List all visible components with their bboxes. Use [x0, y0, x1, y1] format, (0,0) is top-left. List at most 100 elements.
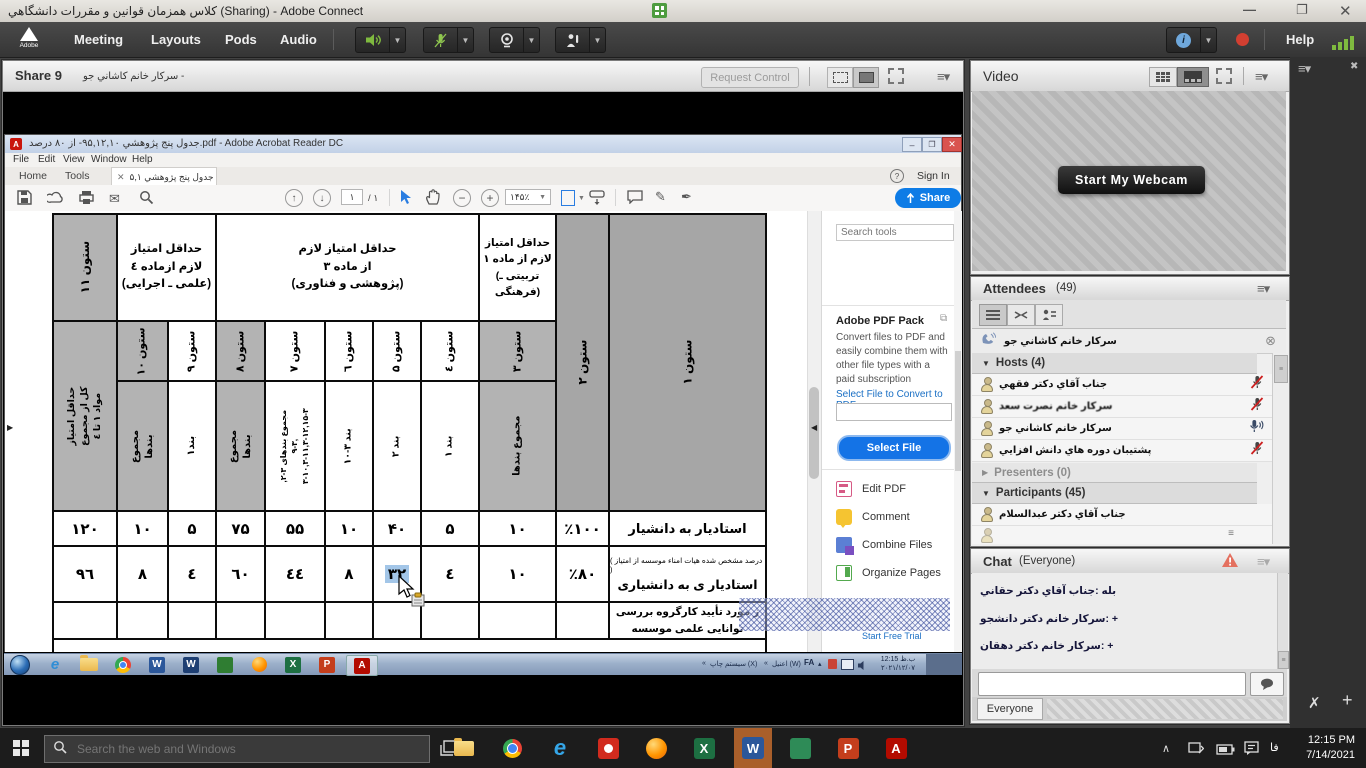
shared-tray-app2[interactable]: (W) اعنيل — [772, 660, 801, 668]
start-button[interactable] — [13, 740, 29, 756]
presenters-section-header[interactable]: ▶ Presenters (0) — [972, 463, 1257, 483]
menu-audio[interactable]: Audio — [280, 32, 317, 47]
dismiss-speaker-icon[interactable]: ⊗ — [1265, 333, 1276, 349]
connection-info-button[interactable]: i ▼ — [1166, 27, 1217, 53]
attendee-row-participant1[interactable]: جناب آقاي دكتر عبدالسلام — [972, 504, 1272, 526]
tools-scrollbar-thumb[interactable] — [955, 351, 961, 471]
reader-restore-button[interactable]: ❐ — [922, 137, 942, 152]
tray-expand-icon[interactable]: ▴ — [818, 660, 822, 668]
page-fit-icon[interactable]: ▼ — [561, 190, 585, 206]
tray-notification-icon[interactable] — [1244, 741, 1259, 760]
reader-share-button[interactable]: Share — [895, 188, 961, 208]
taskbar-powerpoint-icon[interactable]: P — [836, 736, 860, 760]
attendee-row-host4[interactable]: پشتيبان دوره هاي دانش افزايي — [972, 440, 1272, 462]
taskbar-firefox-icon[interactable] — [644, 736, 668, 760]
attendees-pod-menu-icon[interactable]: ≡▾ — [1257, 281, 1269, 297]
tray-chevron-icon[interactable]: ∧ — [1162, 742, 1170, 755]
webcam-button[interactable]: ▼ — [489, 27, 540, 53]
chat-tab-everyone[interactable]: Everyone — [977, 698, 1043, 720]
pencil-tool-icon[interactable]: ✎ — [655, 189, 666, 205]
menu-meeting[interactable]: Meeting — [74, 32, 123, 47]
comment-tool-icon[interactable] — [627, 190, 643, 207]
taskbar-excel-icon[interactable]: X — [692, 736, 716, 760]
chat-scrollbar[interactable]: ≡ — [1277, 573, 1288, 669]
shared-tray-app1[interactable]: (X) سيستم چاپ — [710, 660, 757, 668]
hide-right-panel-icon[interactable]: ◀ — [811, 423, 817, 432]
chat-scrollbar-thumb[interactable]: ≡ — [1278, 651, 1289, 669]
organize-pages-item[interactable]: Organize Pages — [836, 563, 961, 583]
zoom-level-select[interactable]: ۱۴۵٪▼ — [505, 189, 551, 205]
upload-cloud-icon[interactable] — [47, 190, 64, 207]
show-left-panel-icon[interactable]: ▶ — [7, 423, 13, 432]
hand-tool-icon[interactable] — [425, 189, 440, 208]
attendee-status-view-icon[interactable] — [1035, 304, 1063, 326]
previous-page-icon[interactable]: ↑ — [285, 189, 303, 207]
menu-pods[interactable]: Pods — [225, 32, 257, 47]
raise-hand-dropdown[interactable]: ▼ — [589, 28, 605, 52]
microphone-button[interactable]: ▼ — [423, 27, 474, 53]
attendees-scrollbar-thumb[interactable]: ≡ — [1274, 355, 1288, 383]
attendee-list-view-icon[interactable] — [979, 304, 1007, 326]
shared-show-desktop[interactable] — [926, 654, 962, 675]
reader-menu-help[interactable]: Help — [132, 154, 153, 165]
fill-sign-icon[interactable]: ✒ — [681, 189, 692, 205]
speaker-dropdown[interactable]: ▼ — [389, 28, 405, 52]
start-webcam-button[interactable]: Start My Webcam — [1058, 166, 1205, 194]
taskbar-search[interactable] — [44, 735, 430, 763]
attendee-row-host2[interactable]: سركار خانم نصرت سعد — [972, 396, 1272, 418]
select-tool-icon[interactable] — [399, 189, 412, 208]
shared-word2-icon[interactable]: W — [176, 655, 206, 674]
attendee-breakout-view-icon[interactable] — [1007, 304, 1035, 326]
menu-layouts[interactable]: Layouts — [151, 32, 201, 47]
tools-panel-scrollbar[interactable] — [954, 211, 962, 652]
print-icon[interactable] — [79, 190, 94, 208]
attendee-row-host1[interactable]: جناب آقاي دكتر فقهي — [972, 374, 1272, 396]
taskbar-edge-icon[interactable]: e — [548, 736, 572, 760]
taskbar-connect-icon[interactable] — [788, 736, 812, 760]
video-grid-view-icon[interactable] — [1149, 67, 1177, 87]
reader-menu-edit[interactable]: Edit — [38, 154, 55, 165]
pod-view-dashed-icon[interactable] — [827, 67, 853, 88]
rail-menu-icon[interactable]: ≡▾ — [1298, 61, 1310, 77]
shared-language-indicator[interactable]: FA — [804, 658, 814, 667]
next-page-icon[interactable]: ↓ — [313, 189, 331, 207]
close-button[interactable]: ✕ — [1339, 2, 1352, 20]
send-chat-icon[interactable] — [1250, 672, 1284, 696]
attendee-row-host3[interactable]: سركار خانم كاشاني جو — [972, 418, 1272, 440]
request-control-button[interactable]: Request Control — [701, 67, 799, 88]
comment-item[interactable]: Comment — [836, 507, 961, 527]
share-pod-menu-icon[interactable]: ≡▾ — [937, 69, 949, 85]
shared-clock[interactable]: 12:15 ب.ظ ۲۰۲۱/۱۲/۰۷ — [872, 656, 924, 674]
zoom-in-icon[interactable]: + — [481, 189, 499, 207]
search-icon[interactable] — [139, 190, 154, 208]
save-icon[interactable] — [17, 190, 32, 208]
video-filmstrip-view-icon[interactable] — [1177, 67, 1209, 87]
convert-file-input[interactable] — [836, 403, 952, 421]
zoom-out-icon[interactable]: − — [453, 189, 471, 207]
taskbar-word-icon-active[interactable]: W — [734, 728, 772, 768]
reader-minimize-button[interactable]: – — [902, 137, 922, 152]
sign-in-link[interactable]: Sign In — [917, 170, 950, 182]
shared-green-grid-icon[interactable] — [210, 655, 240, 674]
tab-document[interactable]: ✕ جدول پنج پژوهشي ۹۵,۱... — [111, 167, 217, 186]
shared-powerpoint-icon[interactable]: P — [312, 655, 342, 674]
participants-section-header[interactable]: ▼ Participants (45) — [972, 483, 1257, 504]
shared-excel-icon[interactable]: X — [278, 655, 308, 674]
scroll-mode-icon[interactable] — [589, 190, 605, 210]
taskbar-search-input[interactable] — [75, 741, 429, 757]
combine-files-item[interactable]: Combine Files — [836, 535, 961, 555]
reader-menu-file[interactable]: File — [13, 154, 29, 165]
tray-language-indicator[interactable]: فا — [1270, 741, 1279, 754]
edit-pdf-item[interactable]: Edit PDF — [836, 479, 961, 499]
video-fullscreen-icon[interactable] — [1215, 67, 1233, 90]
resize-grip-icon[interactable]: ≡ — [1228, 528, 1234, 539]
shared-explorer-icon[interactable] — [74, 655, 104, 674]
video-pod-menu-icon[interactable]: ≡▾ — [1255, 69, 1267, 85]
chat-input[interactable] — [978, 672, 1246, 696]
shared-ie-icon[interactable]: e — [40, 655, 70, 674]
hosts-section-header[interactable]: ▼ Hosts (4) — [972, 353, 1257, 374]
info-dropdown[interactable]: ▼ — [1200, 28, 1216, 52]
fullscreen-icon[interactable] — [887, 67, 905, 90]
chat-pod-menu-icon[interactable]: ≡▾ — [1257, 554, 1269, 570]
attendees-scrollbar[interactable]: ≡ — [1272, 353, 1288, 544]
